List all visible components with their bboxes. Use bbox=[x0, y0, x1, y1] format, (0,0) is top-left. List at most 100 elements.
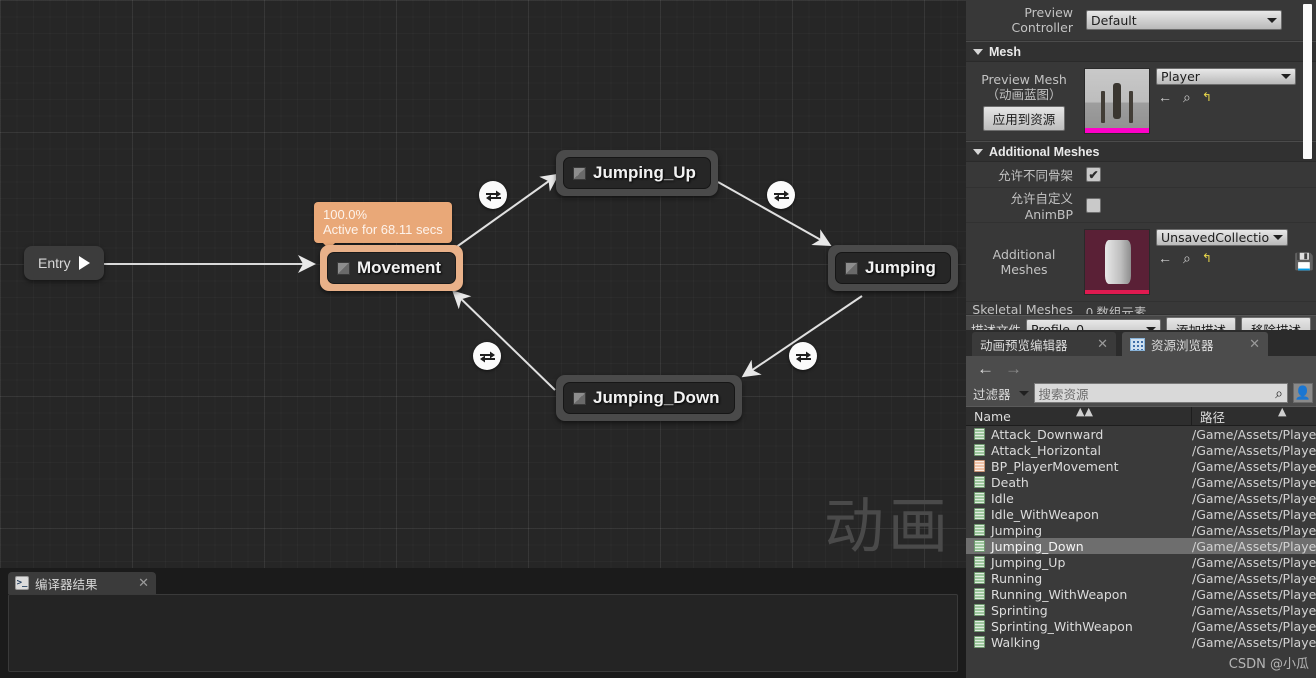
state-machine-graph-canvas[interactable]: 动画 Entry 100.0% Active for 68.11 secs Mo… bbox=[0, 0, 966, 568]
browse-to-asset-icon[interactable]: ⌕ bbox=[1183, 90, 1191, 104]
column-label: Name bbox=[974, 408, 1011, 424]
chevron-down-icon bbox=[1273, 235, 1284, 240]
state-node-jumping-down[interactable]: Jumping_Down bbox=[556, 375, 742, 421]
reset-to-default-icon[interactable]: ↰ bbox=[1202, 90, 1212, 104]
additional-meshes-row: Additional Meshes UnsavedCollectio ← ⌕ ↰ bbox=[966, 223, 1316, 302]
column-header-name[interactable]: Name ▲▲ bbox=[966, 405, 1192, 425]
apply-to-asset-button[interactable]: 应用到资源 bbox=[982, 105, 1066, 131]
transition-icon-jumping-down-to-movement[interactable] bbox=[473, 342, 501, 370]
asset-row[interactable]: Idle_WithWeapon/Game/Assets/Playe bbox=[966, 506, 1316, 522]
animation-asset-icon bbox=[974, 636, 985, 648]
compiler-tab-strip: >_ 编译器结果 ✕ bbox=[0, 568, 966, 594]
chevron-down-icon bbox=[973, 148, 983, 155]
transition-icon-movement-to-jumping-up[interactable] bbox=[479, 181, 507, 209]
animation-asset-icon bbox=[974, 508, 985, 520]
preview-controller-select[interactable]: Default bbox=[1086, 10, 1282, 30]
asset-path-label: /Game/Assets/Playe bbox=[1192, 618, 1316, 634]
close-icon[interactable]: ✕ bbox=[1249, 337, 1260, 352]
close-icon[interactable]: ✕ bbox=[124, 575, 149, 591]
asset-name-label: BP_PlayerMovement bbox=[991, 458, 1119, 474]
skeletal-meshes-value: 0 数组元素 bbox=[1086, 306, 1147, 315]
chevron-down-icon bbox=[973, 48, 983, 55]
asset-name-label: Idle bbox=[991, 490, 1014, 506]
asset-row[interactable]: Running_WithWeapon/Game/Assets/Playe bbox=[966, 586, 1316, 602]
asset-row[interactable]: Attack_Horizontal/Game/Assets/Playe bbox=[966, 442, 1316, 458]
entry-arrow-icon bbox=[78, 256, 90, 270]
asset-column-headers: Name ▲▲ 路径 ▲ bbox=[966, 405, 1316, 426]
asset-path-label: /Game/Assets/Playe bbox=[1192, 490, 1316, 506]
section-title: Mesh bbox=[989, 44, 1021, 59]
asset-path-label: /Game/Assets/Playe bbox=[1192, 458, 1316, 474]
back-icon[interactable]: ← bbox=[977, 360, 994, 377]
asset-row[interactable]: Sprinting/Game/Assets/Playe bbox=[966, 602, 1316, 618]
skeletal-meshes-label: Skeletal Meshes bbox=[972, 302, 1073, 315]
filter-label: 过滤器 bbox=[973, 386, 1011, 402]
additional-meshes-thumbnail[interactable] bbox=[1084, 229, 1150, 295]
close-icon[interactable]: ✕ bbox=[1097, 337, 1108, 352]
credit-watermark: CSDN @小瓜 bbox=[1228, 657, 1309, 672]
asset-row[interactable]: Jumping/Game/Assets/Playe bbox=[966, 522, 1316, 538]
additional-meshes-select[interactable]: UnsavedCollectio bbox=[1156, 229, 1289, 246]
forward-icon[interactable]: → bbox=[1005, 360, 1022, 377]
state-node-jumping[interactable]: Jumping bbox=[828, 245, 958, 291]
filter-button[interactable]: 过滤器 bbox=[969, 384, 1029, 403]
allow-custom-animbp-label: 允许自定义AnimBP bbox=[1010, 191, 1073, 222]
use-selected-asset-icon[interactable]: ← bbox=[1158, 90, 1172, 104]
asset-name-label: Running bbox=[991, 570, 1043, 586]
tab-anim-preview-editor[interactable]: 动画预览编辑器 ✕ bbox=[972, 332, 1116, 356]
details-properties: Preview Controller Default Mesh Preview … bbox=[966, 0, 1316, 315]
preview-mesh-asset-select[interactable]: Player bbox=[1156, 68, 1296, 85]
asset-row[interactable]: Idle/Game/Assets/Playe bbox=[966, 490, 1316, 506]
reset-to-default-icon[interactable]: ↰ bbox=[1202, 251, 1212, 265]
column-label: 路径 bbox=[1200, 409, 1226, 425]
tab-compiler-results[interactable]: >_ 编译器结果 ✕ bbox=[8, 572, 156, 594]
compiler-log-output[interactable] bbox=[8, 594, 958, 672]
allow-custom-animbp-checkbox[interactable] bbox=[1086, 197, 1101, 213]
state-node-label: Jumping_Up bbox=[593, 163, 696, 182]
asset-row[interactable]: Running/Game/Assets/Playe bbox=[966, 570, 1316, 586]
transition-arrows-icon bbox=[479, 351, 495, 362]
tab-label: 资源浏览器 bbox=[1151, 337, 1214, 353]
additional-meshes-label: Additional Meshes bbox=[992, 247, 1056, 277]
state-node-movement[interactable]: Movement bbox=[320, 245, 464, 291]
asset-path-label: /Game/Assets/Playe bbox=[1192, 522, 1316, 538]
asset-row[interactable]: Jumping_Up/Game/Assets/Playe bbox=[966, 554, 1316, 570]
animation-asset-icon bbox=[974, 556, 985, 568]
animation-asset-icon bbox=[974, 540, 985, 552]
preview-mesh-asset-value: Player bbox=[1161, 69, 1200, 84]
preview-controller-row: Preview Controller Default bbox=[966, 0, 1316, 41]
asset-row[interactable]: BP_PlayerMovement/Game/Assets/Playe bbox=[966, 458, 1316, 474]
asset-row[interactable]: Jumping_Down/Game/Assets/Playe bbox=[966, 538, 1316, 554]
compiler-results-panel: >_ 编译器结果 ✕ bbox=[0, 568, 966, 678]
asset-name-label: Jumping bbox=[991, 522, 1043, 538]
asset-row[interactable]: Death/Game/Assets/Playe bbox=[966, 474, 1316, 490]
allow-custom-animbp-row: 允许自定义AnimBP bbox=[966, 188, 1316, 223]
state-node-label: Jumping_Down bbox=[593, 388, 720, 407]
search-assets-input[interactable]: 搜索资源 ⌕ bbox=[1033, 383, 1288, 403]
transition-icon-jumping-up-to-jumping[interactable] bbox=[767, 181, 795, 209]
column-header-path[interactable]: 路径 ▲ bbox=[1192, 405, 1316, 425]
asset-row[interactable]: Sprinting_WithWeapon/Game/Assets/Playe bbox=[966, 618, 1316, 634]
animation-asset-icon bbox=[974, 492, 985, 504]
entry-node[interactable]: Entry bbox=[24, 246, 104, 280]
save-icon[interactable]: 💾 bbox=[1294, 252, 1314, 272]
asset-list[interactable]: Attack_Downward/Game/Assets/Playe Attack_… bbox=[966, 426, 1316, 664]
browse-to-asset-icon[interactable]: ⌕ bbox=[1183, 251, 1191, 265]
allow-different-skeleton-checkbox[interactable]: ✔ bbox=[1086, 167, 1101, 182]
asset-name-label: Running_WithWeapon bbox=[991, 586, 1128, 602]
preview-mesh-thumbnail[interactable] bbox=[1084, 68, 1150, 134]
section-header-additional-meshes[interactable]: Additional Meshes bbox=[966, 141, 1316, 162]
transition-icon-jumping-to-jumping-down[interactable] bbox=[789, 342, 817, 370]
asset-row[interactable]: Walking/Game/Assets/Playe bbox=[966, 634, 1316, 650]
user-filter-icon[interactable]: 👤 bbox=[1293, 383, 1313, 403]
details-scrollbar[interactable] bbox=[1303, 4, 1312, 159]
preview-mesh-row: Preview Mesh （动画蓝图） 应用到资源 Player ← ⌕ ↰ bbox=[966, 62, 1316, 141]
preview-controller-label: Preview Controller bbox=[1011, 5, 1074, 35]
tab-asset-browser[interactable]: 资源浏览器 ✕ bbox=[1122, 332, 1268, 356]
asset-name-label: Jumping_Down bbox=[991, 538, 1084, 554]
section-header-mesh[interactable]: Mesh bbox=[966, 41, 1316, 62]
state-node-jumping-up[interactable]: Jumping_Up bbox=[556, 150, 718, 196]
asset-row[interactable]: Attack_Downward/Game/Assets/Playe bbox=[966, 426, 1316, 442]
animation-asset-icon bbox=[974, 476, 985, 488]
use-selected-asset-icon[interactable]: ← bbox=[1158, 251, 1172, 265]
